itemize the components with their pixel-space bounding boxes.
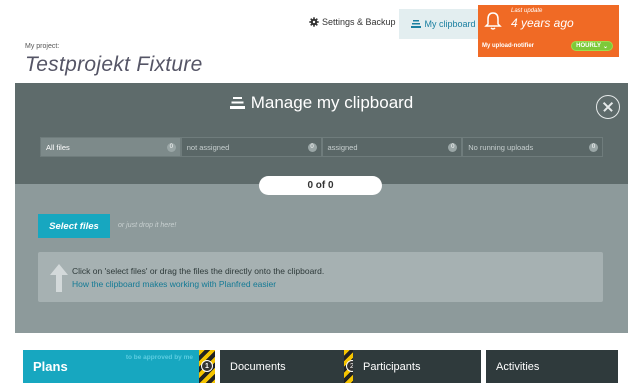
clipboard-stack-icon xyxy=(411,20,422,28)
close-icon[interactable] xyxy=(596,95,620,119)
app-header: Settings & Backup My clipboard Last upda… xyxy=(15,5,619,83)
frequency-dropdown[interactable]: HOURLY ⌄ xyxy=(571,41,613,51)
filter-no-running-uploads[interactable]: No running uploads 0 xyxy=(462,137,603,157)
tab-label: Plans xyxy=(33,359,68,374)
filter-all-files[interactable]: All files 0 xyxy=(40,137,181,157)
filter-label: not assigned xyxy=(186,142,230,152)
last-update-label: Last update xyxy=(511,8,543,14)
filter-label: No running uploads xyxy=(468,142,534,152)
filter-label: assigned xyxy=(327,142,358,152)
settings-backup-link[interactable]: Settings & Backup xyxy=(309,17,396,27)
clipboard-panel-header: Manage my clipboard All files 0 not assi… xyxy=(15,83,628,184)
panel-title-text: Manage my clipboard xyxy=(250,93,414,112)
filter-count: 0 xyxy=(307,142,317,152)
bell-icon xyxy=(484,12,502,30)
clipboard-stack-icon xyxy=(229,97,245,109)
filter-label: All files xyxy=(46,142,70,152)
plans-sub-label: to be approved by me xyxy=(125,354,193,361)
project-title: Testprojekt Fixture xyxy=(25,53,203,76)
my-clipboard-label: My clipboard xyxy=(424,19,476,29)
gear-icon xyxy=(309,17,319,27)
tab-plans[interactable]: Plans to be approved by me 1 xyxy=(23,350,215,383)
filter-count: 0 xyxy=(448,142,458,152)
filter-count: 0 xyxy=(166,142,176,152)
frequency-value: HOURLY xyxy=(576,43,601,49)
tab-label: Documents xyxy=(230,360,286,373)
tab-label: Activities xyxy=(496,360,540,373)
my-clipboard-tab[interactable]: My clipboard xyxy=(399,9,488,39)
section-tabs: Plans to be approved by me 1 Documents 2… xyxy=(23,350,618,383)
tab-participants[interactable]: Participants xyxy=(353,350,481,383)
upload-notifier[interactable]: Last update 4 years ago My upload-notifi… xyxy=(478,5,619,57)
tab-activities[interactable]: Activities xyxy=(486,350,618,383)
arrow-up-icon xyxy=(50,264,68,292)
clipboard-panel: Manage my clipboard All files 0 not assi… xyxy=(15,83,628,333)
last-update-value: 4 years ago xyxy=(511,16,574,30)
tab-documents[interactable]: Documents 2 xyxy=(220,350,360,383)
select-files-button[interactable]: Select files xyxy=(38,214,110,238)
help-link[interactable]: How the clipboard makes working with Pla… xyxy=(72,279,276,289)
chevron-down-icon: ⌄ xyxy=(602,43,608,50)
file-counter: 0 of 0 xyxy=(259,176,382,195)
panel-title: Manage my clipboard xyxy=(15,93,628,113)
info-box: Click on 'select files' or drag the file… xyxy=(38,252,603,302)
upload-notifier-label: My upload-notifier xyxy=(482,43,534,49)
drop-hint: or just drop it here! xyxy=(118,222,177,229)
filter-tabs: All files 0 not assigned 0 assigned 0 No… xyxy=(40,137,603,157)
filter-not-assigned[interactable]: not assigned 0 xyxy=(180,137,322,157)
filter-assigned[interactable]: assigned 0 xyxy=(321,137,463,157)
plans-count-badge: 1 xyxy=(201,360,213,372)
settings-backup-label: Settings & Backup xyxy=(322,17,396,27)
info-text: Click on 'select files' or drag the file… xyxy=(72,266,325,276)
project-label: My project: xyxy=(25,43,60,50)
filter-count: 0 xyxy=(589,142,598,152)
tab-label: Participants xyxy=(363,360,421,373)
